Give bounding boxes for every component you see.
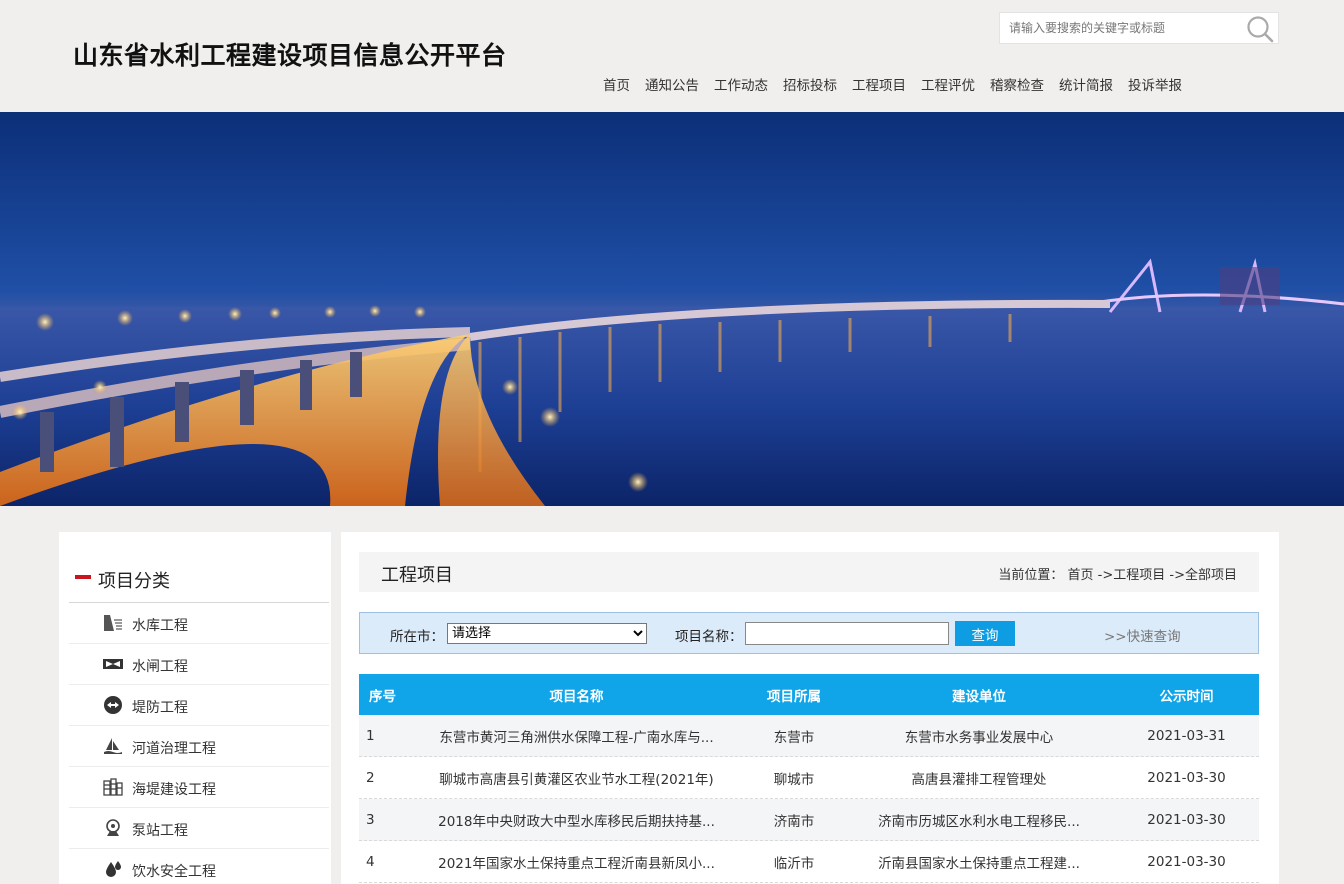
search-input[interactable] [1000, 13, 1245, 43]
sidebar-item-embankment[interactable]: 堤防工程 [69, 685, 329, 726]
nav-news[interactable]: 工作动态 [714, 74, 768, 94]
cell-date: 2021-03-30 [1147, 853, 1226, 870]
category-list: 水库工程 水闸工程 堤防工程 河道治理工程 海堤建设工程 泵站工程 饮水安全工程 [69, 603, 329, 884]
sidebar-item-label: 水闸工程 [132, 659, 188, 675]
cell-unit: 东营市水务事业发展中心 [904, 729, 1054, 746]
sidebar-title: 项目分类 [98, 571, 170, 592]
nav-statistics[interactable]: 统计简报 [1059, 74, 1113, 94]
col-header-unit: 建设单位 [952, 688, 1006, 705]
nav-bidding[interactable]: 招标投标 [783, 74, 837, 94]
cell-project-name[interactable]: 2021年国家水土保持重点工程沂南县新凤小... [409, 852, 744, 872]
sidebar-header: 项目分类 [69, 532, 329, 603]
sluice-icon [103, 659, 123, 669]
sidebar-item-label: 泵站工程 [132, 823, 188, 839]
cell-no: 3 [366, 811, 375, 828]
cell-project-name[interactable]: 2018年中央财政大中型水库移民后期扶持基... [409, 810, 744, 830]
table-row[interactable]: 2 聊城市高唐县引黄灌区农业节水工程(2021年) 聊城市 高唐县灌排工程管理处… [359, 757, 1259, 799]
project-table: 序号 项目名称 项目所属 建设单位 公示时间 1 东营市黄河三角洲供水保障工程-… [359, 674, 1259, 883]
cell-unit: 高唐县灌排工程管理处 [911, 771, 1047, 788]
sidebar-item-label: 饮水安全工程 [132, 864, 216, 880]
query-button[interactable]: 查询 [955, 621, 1015, 646]
breadcrumb: 当前位置： 首页 ->工程项目 ->全部项目 [998, 564, 1237, 583]
cell-project-name[interactable]: 聊城市高唐县引黄灌区农业节水工程(2021年) [409, 768, 744, 788]
pump-icon [106, 819, 120, 836]
cell-no: 2 [366, 769, 375, 786]
city-select[interactable]: 请选择 [447, 623, 647, 644]
sidebar-item-label: 堤防工程 [132, 700, 188, 716]
cell-date: 2021-03-30 [1147, 811, 1226, 828]
sidebar-item-label: 海堤建设工程 [132, 782, 216, 798]
panel-header: 工程项目 当前位置： 首页 ->工程项目 ->全部项目 [359, 552, 1259, 592]
nav-projects[interactable]: 工程项目 [852, 74, 906, 94]
dash-marker [75, 575, 91, 579]
search-box [999, 12, 1279, 44]
breadcrumb-separator: -> [1093, 568, 1114, 583]
reservoir-icon [104, 615, 122, 631]
cell-date: 2021-03-30 [1147, 769, 1226, 786]
main-nav: 首页 通知公告 工作动态 招标投标 工程项目 工程评优 稽察检查 统计简报 投诉… [603, 74, 1197, 94]
search-icon[interactable] [1246, 15, 1274, 43]
cell-no: 1 [366, 727, 375, 744]
sidebar-item-river[interactable]: 河道治理工程 [69, 726, 329, 767]
sidebar-item-drinking-water[interactable]: 饮水安全工程 [69, 849, 329, 884]
seawall-icon [103, 778, 123, 796]
table-row[interactable]: 3 2018年中央财政大中型水库移民后期扶持基... 济南市 济南市历城区水利水… [359, 799, 1259, 841]
project-name-label: 项目名称： [675, 629, 743, 645]
site-title[interactable]: 山东省水利工程建设项目信息公开平台 [73, 36, 507, 72]
cell-unit: 沂南县国家水土保持重点工程建... [878, 855, 1080, 872]
sidebar-item-reservoir[interactable]: 水库工程 [69, 603, 329, 644]
nav-home[interactable]: 首页 [603, 74, 630, 94]
cell-unit: 济南市历城区水利水电工程移民... [878, 813, 1080, 830]
cell-project-name[interactable]: 东营市黄河三角洲供水保障工程-广南水库与... [409, 726, 744, 746]
project-name-input[interactable] [745, 622, 949, 645]
col-header-city: 项目所属 [767, 688, 821, 705]
sidebar-item-pump[interactable]: 泵站工程 [69, 808, 329, 849]
hero-banner [0, 112, 1344, 506]
table-row[interactable]: 4 2021年国家水土保持重点工程沂南县新凤小... 临沂市 沂南县国家水土保持… [359, 841, 1259, 883]
col-header-date: 公示时间 [1159, 688, 1214, 705]
cell-city: 东营市 [773, 729, 815, 746]
cell-city: 济南市 [773, 813, 815, 830]
sidebar-item-label: 河道治理工程 [132, 741, 216, 757]
sidebar-item-sluice[interactable]: 水闸工程 [69, 644, 329, 685]
category-sidebar: 项目分类 水库工程 水闸工程 堤防工程 河道治理工程 海堤建设工程 泵站工程 饮… [59, 532, 331, 884]
bridge-night-image [0, 112, 1344, 506]
sidebar-item-label: 水库工程 [132, 618, 188, 634]
nav-notices[interactable]: 通知公告 [645, 74, 699, 94]
breadcrumb-prefix: 当前位置： [998, 568, 1064, 583]
col-header-no: 序号 [369, 688, 396, 705]
breadcrumb-home[interactable]: 首页 [1068, 568, 1094, 583]
filter-bar: 所在市： 请选择 项目名称： 查询 >>快速查询 [359, 612, 1259, 654]
quick-search-link[interactable]: >>快速查询 [1104, 625, 1181, 645]
nav-inspection[interactable]: 稽察检查 [990, 74, 1044, 94]
sidebar-item-seawall[interactable]: 海堤建设工程 [69, 767, 329, 808]
cell-city: 临沂市 [773, 855, 815, 872]
cell-date: 2021-03-31 [1147, 727, 1226, 744]
river-icon [104, 738, 122, 754]
cell-no: 4 [366, 853, 375, 870]
embankment-icon [104, 696, 122, 714]
city-label: 所在市： [390, 629, 444, 645]
table-header: 序号 项目名称 项目所属 建设单位 公示时间 [359, 674, 1259, 715]
breadcrumb-current[interactable]: 全部项目 [1185, 568, 1237, 583]
water-drop-icon [106, 861, 121, 877]
breadcrumb-separator: -> [1165, 568, 1185, 583]
col-header-name: 项目名称 [549, 688, 604, 705]
nav-complaints[interactable]: 投诉举报 [1128, 74, 1182, 94]
project-panel: 工程项目 当前位置： 首页 ->工程项目 ->全部项目 所在市： 请选择 项目名… [341, 532, 1279, 884]
nav-awards[interactable]: 工程评优 [921, 74, 975, 94]
site-header: 山东省水利工程建设项目信息公开平台 首页 通知公告 工作动态 招标投标 工程项目… [0, 0, 1344, 112]
cell-city: 聊城市 [773, 771, 815, 788]
panel-title: 工程项目 [381, 565, 453, 586]
breadcrumb-section[interactable]: 工程项目 [1113, 568, 1165, 583]
table-row[interactable]: 1 东营市黄河三角洲供水保障工程-广南水库与... 东营市 东营市水务事业发展中… [359, 715, 1259, 757]
